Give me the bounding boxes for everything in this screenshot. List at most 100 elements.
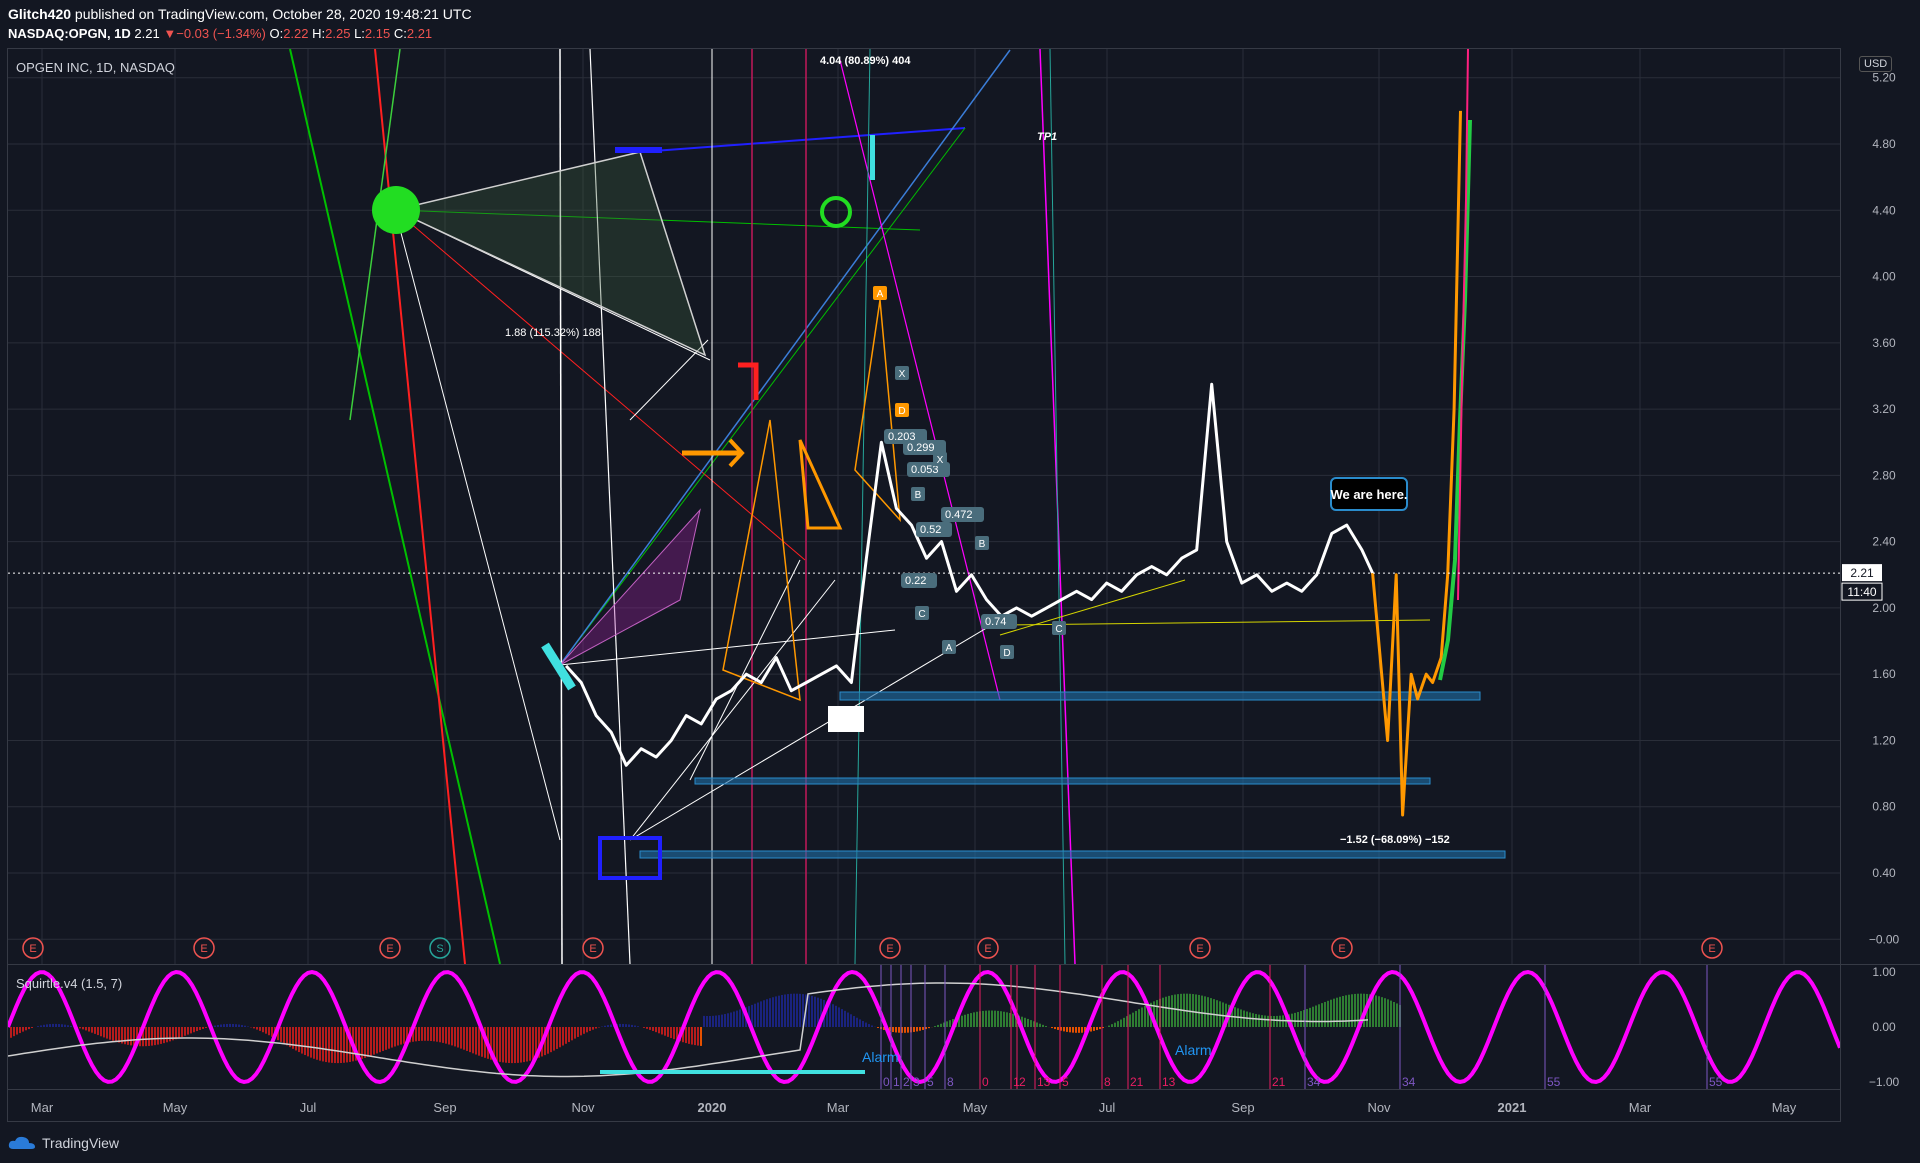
histogram-bar — [1321, 1003, 1323, 1027]
histogram-bar — [1345, 995, 1347, 1027]
histogram-bar — [1384, 998, 1386, 1027]
pane-title: OPGEN INC, 1D, NASDAQ — [16, 60, 175, 75]
earnings-marker-label: E — [1196, 943, 1203, 955]
histogram-bar — [607, 1025, 609, 1027]
histogram-bar — [991, 1010, 993, 1027]
histogram-bar — [1036, 1022, 1038, 1027]
histogram-bar — [463, 1027, 465, 1050]
histogram-bar — [1306, 1008, 1308, 1027]
histogram-bar — [343, 1027, 345, 1063]
histogram-bar — [229, 1023, 231, 1027]
fib-label: 0.74 — [985, 616, 1006, 628]
histogram-bar — [220, 1024, 222, 1027]
histogram-bar — [109, 1027, 111, 1040]
histogram-bar — [619, 1023, 621, 1027]
histogram-bar — [1312, 1006, 1314, 1027]
histogram-bar — [151, 1027, 153, 1046]
histogram-bar — [52, 1023, 54, 1027]
pattern-point-label: D — [898, 406, 905, 417]
histogram-bar — [130, 1027, 132, 1046]
histogram-bar — [658, 1027, 660, 1034]
histogram-bar — [499, 1027, 501, 1062]
indicator-title[interactable]: Squirtle.v4 (1.5, 7) — [16, 976, 122, 991]
histogram-bar — [88, 1027, 90, 1032]
histogram-bar — [262, 1027, 264, 1033]
histogram-bar — [37, 1026, 39, 1027]
histogram-bar — [148, 1027, 150, 1046]
histogram-bar — [622, 1023, 624, 1027]
histogram-bar — [502, 1027, 504, 1063]
histogram-bar — [217, 1024, 219, 1027]
histogram-bar — [280, 1027, 282, 1042]
histogram-bar — [772, 997, 774, 1027]
histogram-bar — [1117, 1021, 1119, 1027]
earnings-marker-label: S — [436, 943, 443, 955]
y-tick-label: 2.00 — [1872, 601, 1896, 615]
pattern-point-label: B — [979, 539, 986, 550]
histogram-bar — [964, 1014, 966, 1027]
histogram-bar — [967, 1013, 969, 1027]
histogram-bar — [1324, 1001, 1326, 1027]
histogram-bar — [793, 993, 795, 1027]
tradingview-logo[interactable]: TradingView — [8, 1135, 119, 1151]
histogram-bar — [325, 1027, 327, 1063]
histogram-bar — [712, 1015, 714, 1027]
histogram-bar — [1279, 1015, 1281, 1027]
histogram-bar — [649, 1027, 651, 1030]
histogram-bar — [892, 1027, 894, 1033]
histogram-bar — [331, 1027, 333, 1063]
histogram-bar — [1219, 1001, 1221, 1027]
histogram-bar — [19, 1027, 21, 1034]
earnings-marker-label: E — [886, 943, 893, 955]
histogram-bar — [454, 1027, 456, 1047]
footer — [0, 1131, 1920, 1163]
histogram-bar — [310, 1027, 312, 1058]
histogram-bar — [1012, 1013, 1014, 1027]
histogram-bar — [247, 1026, 249, 1027]
histogram-bar — [97, 1027, 99, 1036]
histogram-bar — [1336, 997, 1338, 1027]
x-tick-label: Nov — [1367, 1100, 1391, 1115]
histogram-bar — [451, 1027, 453, 1046]
histogram-bar — [694, 1027, 696, 1046]
histogram-bar — [568, 1027, 570, 1043]
histogram-bar — [532, 1027, 534, 1060]
histogram-bar — [1039, 1023, 1041, 1027]
price-axis[interactable]: 5.20 4.80 4.40 4.00 3.60 3.20 2.80 2.40 2.00 1.60… — [1841, 71, 1900, 947]
time-axis[interactable]: Mar May Jul Sep Nov 2020 Mar May Jul Sep Nov 2021 Ma… — [31, 1100, 1797, 1115]
histogram-bar — [433, 1027, 435, 1042]
histogram-bar — [403, 1027, 405, 1044]
histogram-bar — [253, 1027, 255, 1029]
histogram-bar — [199, 1027, 201, 1030]
histogram-bar — [205, 1027, 207, 1028]
histogram-bar — [559, 1027, 561, 1048]
histogram-bar — [868, 1024, 870, 1027]
histogram-bar — [1051, 1027, 1053, 1029]
histogram-bar — [961, 1015, 963, 1027]
price-chart[interactable]: 4.04 (80.89%) 404 1.88 (115.32%) 188 TP1 We… — [0, 0, 1920, 1163]
histogram-bar — [721, 1014, 723, 1027]
histogram-bar — [946, 1021, 948, 1027]
green-circle-marker — [372, 186, 420, 234]
histogram-bar — [388, 1027, 390, 1049]
histogram-bar — [418, 1027, 420, 1042]
histogram-bar — [736, 1010, 738, 1027]
histogram-bar — [919, 1027, 921, 1031]
histogram-bar — [799, 993, 801, 1027]
histogram-bar — [16, 1027, 18, 1035]
histogram-bar — [814, 996, 816, 1027]
earnings-marker-label: E — [1338, 943, 1345, 955]
histogram-bar — [196, 1027, 198, 1032]
histogram-bar — [439, 1027, 441, 1043]
histogram-bar — [1387, 999, 1389, 1027]
earnings-marker-label: E — [984, 943, 991, 955]
histogram-bar — [244, 1025, 246, 1027]
x-tick-label: Mar — [827, 1100, 850, 1115]
histogram-bar — [757, 1002, 759, 1027]
histogram-bar — [781, 995, 783, 1027]
histogram-bar — [769, 998, 771, 1027]
histogram-bar — [376, 1027, 378, 1054]
histogram-bar — [43, 1024, 45, 1027]
histogram-bar — [46, 1024, 48, 1027]
currency-label[interactable]: USD — [1859, 56, 1893, 72]
